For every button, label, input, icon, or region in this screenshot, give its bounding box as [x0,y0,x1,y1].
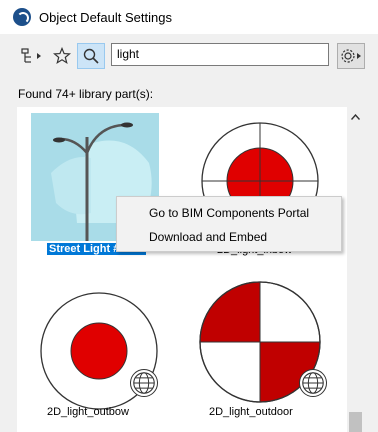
vertical-scrollbar[interactable] [347,107,364,432]
globe-icon [130,369,158,397]
title-bar: Object Default Settings [0,0,378,34]
search-toggle-button[interactable] [77,43,105,69]
library-part-label: 2D_light_outbow [47,406,129,418]
menu-item-bim-portal[interactable]: Go to BIM Components Portal [149,206,309,220]
archicad-logo-icon [13,8,31,26]
search-icon [83,48,99,64]
toolbar: light [0,34,378,78]
search-input[interactable]: light [111,43,329,66]
library-parts-gallery[interactable]: Street Light #1510 2D_light_inbow 2D_lig… [17,107,347,432]
gear-icon [341,49,361,63]
globe-icon [299,369,327,397]
results-count-label: Found 74+ library part(s): [18,87,154,101]
star-icon [53,47,71,64]
context-menu: Go to BIM Components Portal Download and… [116,196,342,252]
favorites-button[interactable] [50,43,74,69]
library-part-item[interactable]: 2D_light_outbow [17,273,187,428]
settings-menu-button[interactable] [337,43,365,69]
scroll-thumb[interactable] [349,412,362,432]
scroll-up-button[interactable] [347,111,364,123]
filter-tree-button[interactable] [18,43,46,69]
library-part-label: 2D_light_outdoor [209,406,293,418]
library-part-item[interactable]: 2D_light_outdoor [187,273,347,428]
window-title: Object Default Settings [39,9,172,25]
menu-item-download-embed[interactable]: Download and Embed [149,230,267,244]
filter-tree-icon [21,48,41,63]
chevron-up-icon [351,114,360,120]
